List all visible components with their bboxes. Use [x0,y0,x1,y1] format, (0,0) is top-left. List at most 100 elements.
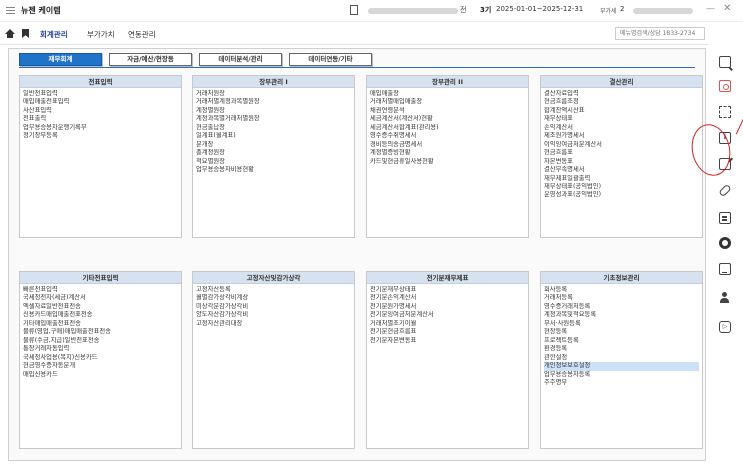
search-icon[interactable] [719,56,731,68]
menu-item[interactable]: 거래처별초기이월 [370,320,525,328]
menu-item[interactable]: 계정과목및적요등록 [544,311,699,319]
card-ledger-2: 장부관리 II 매입매출장 거래처별매입매출장 채권연령분석 세금계산서(계산서)현황… [366,75,529,238]
menu-item[interactable]: 손익계산서 [544,124,699,132]
menu-item[interactable]: 카드및현금휴일사용현황 [370,158,525,166]
menu-item[interactable]: 결산자료입력 [544,90,699,98]
menu-item[interactable]: 전기분원가명세서 [370,303,525,311]
menu-item[interactable]: 운영성과표(공익법인) [544,191,699,199]
menu-item[interactable]: 회사등록 [544,286,699,294]
menu-item[interactable]: 빠른전표입력 [23,286,178,294]
nav-integration[interactable]: 연동관리 [128,29,156,40]
menu-item[interactable]: 현금흐름표 [544,149,699,157]
menu-search-input[interactable] [615,27,705,40]
menu-list: 빠른전표입력 국세청전자(세금)계산서 엑셀자료일반전표전송 신용카드매입매출전표전송… [20,284,181,381]
menu-item[interactable]: 자본변동표 [544,158,699,166]
menu-item[interactable]: 업무용승용차비용현황 [196,166,351,174]
menu-item[interactable]: 고정자산등록 [196,286,351,294]
menu-item[interactable]: 매입매출장 [370,90,525,98]
menu-item[interactable]: 거래처원장 [196,90,351,98]
menu-item[interactable]: 분개장 [196,141,351,149]
menu-item[interactable]: 월별감가상각비계상 [196,294,351,302]
menu-item[interactable]: 주주명부 [544,379,699,387]
menu-item[interactable]: 계정과목별거래처별원장 [196,115,351,123]
menu-item[interactable]: 정기장부등록 [23,132,178,140]
menu-item[interactable]: 매입매출전표입력 [23,98,178,106]
menu-item[interactable]: 사산표입력 [23,107,178,115]
menu-item[interactable]: 계정별원장 [196,107,351,115]
menu-item[interactable]: 전기분재무상태표 [370,286,525,294]
menu-item[interactable]: 업무용승용차운행기록부 [23,124,178,132]
tab-funds[interactable]: 자금/예산/현장등 [109,53,192,66]
menu-item[interactable]: 물류(영업,구매)매입매출전표전송 [23,328,178,336]
menu-item[interactable]: 일계표(월계표) [196,132,351,140]
menu-item[interactable]: 매입신용카드 [23,371,178,379]
menu-item[interactable]: 물류(수금,지급)일반전표전송 [23,337,178,345]
tab-data-link[interactable]: 데이터연동/기타 [289,53,372,66]
home-icon[interactable] [5,29,15,38]
menu-item[interactable]: 세금계산서(계산서)현황 [370,115,525,123]
tab-finance[interactable]: 재무회계 [19,53,102,66]
menu-item[interactable]: 고정자산관리대장 [196,320,351,328]
fiscal-period[interactable]: 2025-01-01~2025-12-31 [496,5,583,13]
globe-icon[interactable] [719,237,731,249]
menu-item[interactable]: 엑셀자료일반전표전송 [23,303,178,311]
menu-item[interactable]: 총계정원장 [196,149,351,157]
menu-item[interactable]: 적요별원장 [196,158,351,166]
link-icon[interactable] [718,183,732,198]
menu-item[interactable]: 개인정보보호설정 [544,362,699,371]
minimize-button[interactable]: — [706,4,715,14]
menu-item[interactable]: 환경등록 [544,345,699,353]
menu-item[interactable]: 영수증거래처등록 [544,303,699,311]
menu-item[interactable]: 거래처등록 [544,294,699,302]
menu-item[interactable]: 현금영수증자동분개 [23,362,178,370]
play-icon[interactable]: ▷ [719,321,731,333]
document-icon[interactable] [350,5,358,15]
menu-item[interactable]: 관한설정 [544,354,699,362]
menu-item[interactable]: 계정별증빙현황 [370,149,525,157]
menu-item[interactable]: 채권연령분석 [370,107,525,115]
menu-item[interactable]: 통장거래자동입력 [23,345,178,353]
menu-item[interactable]: 전기분현금흐름표 [370,328,525,336]
menu-item[interactable]: 프로젝트등록 [544,337,699,345]
menu-item[interactable]: 재무상태표(공익법인) [544,183,699,191]
menu-item[interactable]: 신용카드매입매출전표전송 [23,311,178,319]
tab-data-analysis[interactable]: 데이터분석/관리 [199,53,282,66]
menu-item[interactable]: 기타매입매출전표전송 [23,320,178,328]
menu-item[interactable]: 전표출력 [23,115,178,123]
menu-list: 회사등록 거래처등록 영수증거래처등록 계정과목및적요등록 부서·사원등록 현장등록 프로젝… [541,284,702,389]
menu-item[interactable]: 결산부속명세서 [544,166,699,174]
expand-icon[interactable] [719,106,731,118]
menu-item[interactable]: 제조원가명세서 [544,132,699,140]
menu-item[interactable]: 국세청사업용(복지)신용카드 [23,354,178,362]
menu-item[interactable]: 현금출납장 [196,124,351,132]
document-icon[interactable] [719,80,731,92]
menu-item[interactable]: 전기분자본변동표 [370,337,525,345]
menu-item[interactable]: 세금계산서합계표(관리용) [370,124,525,132]
close-button[interactable]: ✕ [723,3,731,14]
menu-item[interactable]: 경비등의송금명세서 [370,141,525,149]
menu-item[interactable]: 양도자산감가상각비 [196,311,351,319]
menu-item[interactable]: 일반전표입력 [23,90,178,98]
menu-item[interactable]: 부서·사원등록 [544,320,699,328]
menu-item[interactable]: 이익잉여금처분계산서 [544,141,699,149]
menu-item[interactable]: 현금흐름조정 [544,98,699,106]
monitor-icon[interactable] [719,263,731,275]
menu-item[interactable]: 업무용승용차등록 [544,371,699,379]
menu-item[interactable]: 거래처별계정과목별원장 [196,98,351,106]
menu-item[interactable]: 거래처별매입매출장 [370,98,525,106]
menu-item[interactable]: 재무상태표 [544,115,699,123]
calculator-icon[interactable] [719,212,731,224]
menu-item[interactable]: 국세청전자(세금)계산서 [23,294,178,302]
bookmark-icon[interactable] [22,29,29,38]
menu-item[interactable]: 현장등록 [544,328,699,336]
menu-item[interactable]: 재무제표일괄출력 [544,175,699,183]
menu-item[interactable]: 전기분잉여금처분계산서 [370,311,525,319]
people-icon[interactable] [719,292,731,304]
menu-item[interactable]: 전기분손익계산서 [370,294,525,302]
menu-item[interactable]: 합계잔액시산표 [544,107,699,115]
menu-icon[interactable] [6,7,15,14]
menu-item[interactable]: 미상각분감가상각비 [196,303,351,311]
nav-vat[interactable]: 부가가치 [87,29,115,40]
menu-item[interactable]: 영수증수취명세서 [370,132,525,140]
nav-accounting[interactable]: 회계관리 [40,29,68,40]
